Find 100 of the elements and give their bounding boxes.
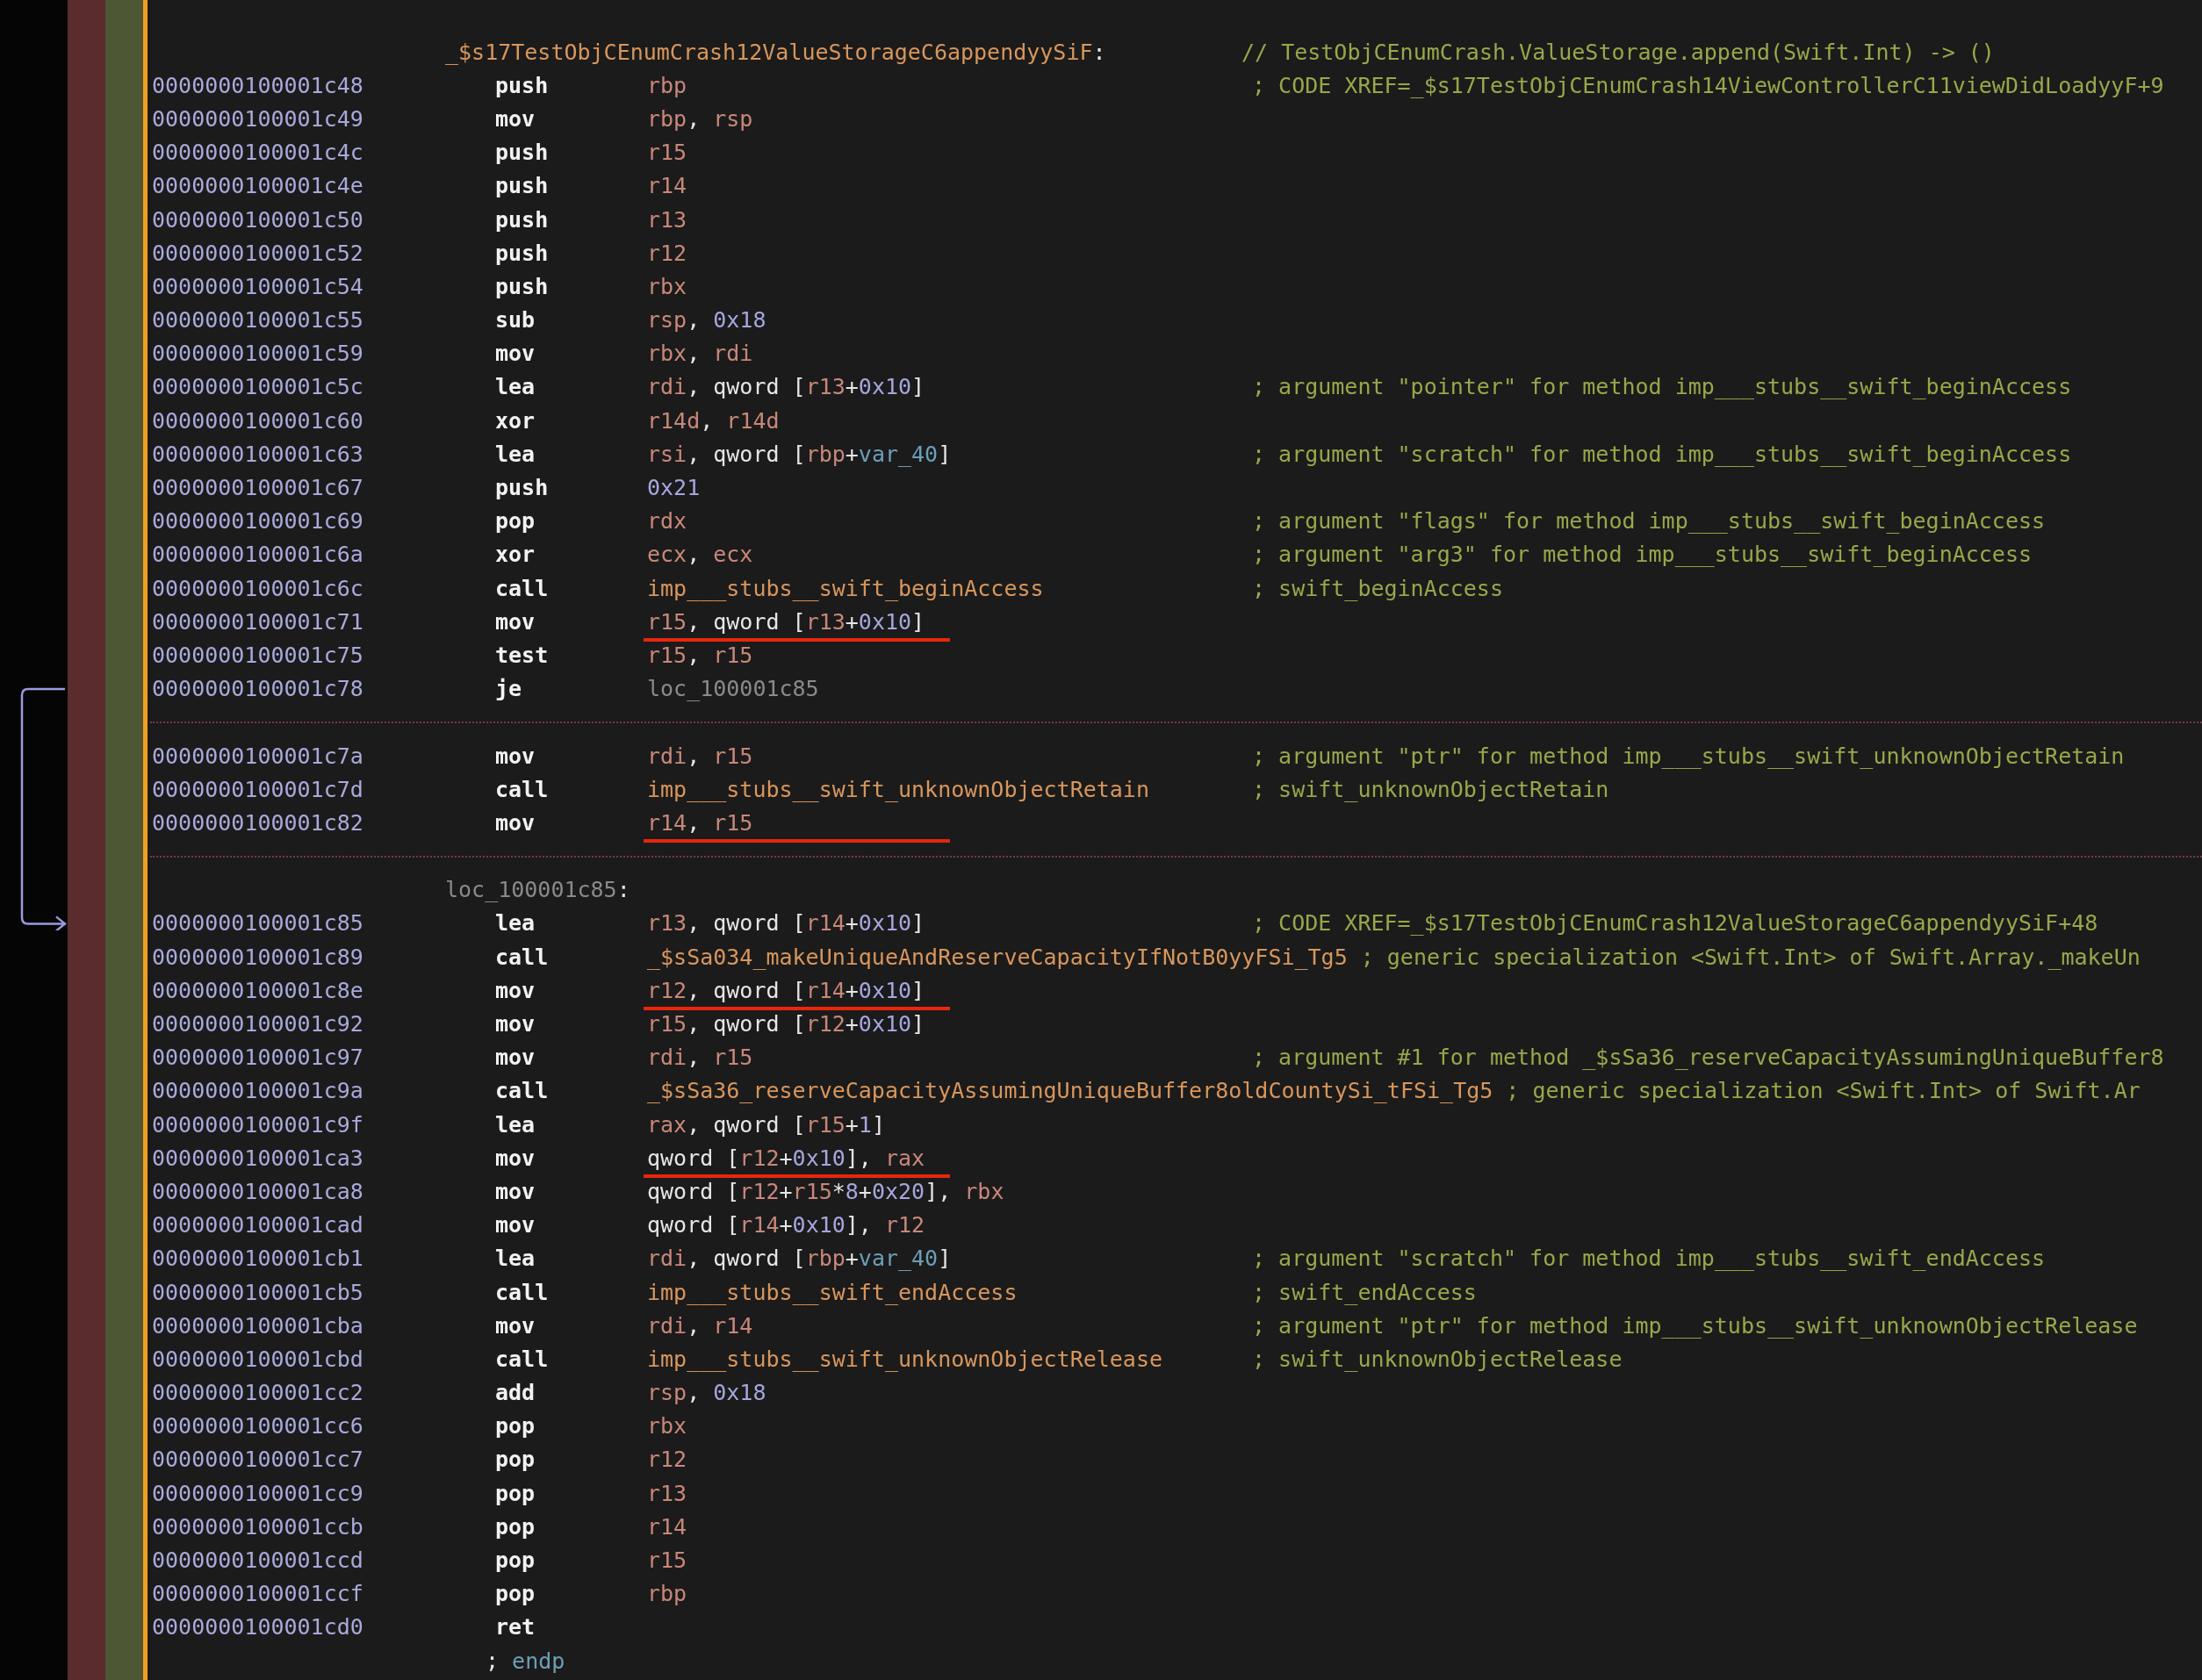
mnemonic-text: mov [495, 1145, 536, 1171]
operand-text: r13 [646, 206, 687, 233]
address-text: 0000000100001ccf [152, 1581, 364, 1607]
address-text: 0000000100001c4c [152, 140, 364, 166]
operand-text: r14 [646, 173, 687, 199]
address-text: 0000000100001c7a [152, 743, 364, 769]
operand-text: rdi, r15 [646, 1045, 753, 1071]
mnemonic-text: pop [495, 508, 536, 535]
mnemonic-text: mov [495, 1212, 536, 1238]
operand-text: rax, qword [r15+1] [646, 1111, 885, 1138]
label-text: _$s17TestObjCEnumCrash12ValueStorageC6appendyySiF: [445, 39, 1107, 65]
address-text: 0000000100001c52 [152, 240, 364, 266]
operand-text: imp___stubs__swift_unknownObjectRetain [646, 776, 1149, 802]
address-text: 0000000100001c9f [152, 1111, 364, 1138]
mnemonic-text: mov [495, 608, 536, 635]
operand-text: rdi, r14 [646, 1312, 753, 1339]
mnemonic-text: call [495, 1078, 550, 1104]
operand-text: rbx, rdi [646, 341, 753, 367]
operand-text: qword [r14+0x10], r12 [646, 1212, 925, 1238]
comment-text: ; CODE XREF=_$s17TestObjCEnumCrash12ValueStorageC6appendyySiF+48 [1252, 910, 2098, 937]
comment-text: ; generic specialization <Swift.Int> of Swift.Array._makeUn [1360, 944, 2141, 970]
address-text: 0000000100001c67 [152, 475, 364, 501]
comment-text: ; argument "pointer" for method imp___stubs__swift_beginAccess [1252, 374, 2072, 400]
mnemonic-text: lea [495, 1246, 536, 1272]
operand-text: _$sSa36_reserveCapacityAssumingUniqueBuffer8oldCountySi_tFSi_Tg5 [646, 1078, 1493, 1104]
comment-text: ; swift_endAccess [1252, 1279, 1477, 1305]
mnemonic-text: mov [495, 341, 536, 367]
mnemonic-text: test [495, 642, 550, 668]
comment-text: ; argument "arg3" for method imp___stubs__swift_beginAccess [1252, 542, 2033, 568]
address-text: 0000000100001cc7 [152, 1447, 364, 1473]
mnemonic-text: pop [495, 1547, 536, 1574]
comment-text: ; argument "ptr" for method imp___stubs__swift_unknownObjectRetain [1252, 743, 2125, 769]
address-text: 0000000100001c82 [152, 809, 364, 836]
operand-text: rbx [646, 1413, 687, 1439]
operand-text: r14, r15 [644, 809, 950, 843]
mnemonic-text: push [495, 72, 550, 98]
operand-text: rbp, rsp [646, 105, 753, 132]
address-text: 0000000100001c75 [152, 642, 364, 668]
address-text: 0000000100001ccd [152, 1547, 364, 1574]
mnemonic-text: mov [495, 1045, 536, 1071]
address-text: 0000000100001c50 [152, 206, 364, 233]
comment-text: ; argument "ptr" for method imp___stubs__swift_unknownObjectRelease [1252, 1312, 2138, 1339]
operand-text: rdi, r15 [646, 743, 753, 769]
operand-text: r15, qword [r12+0x10] [646, 1011, 925, 1037]
address-text: 0000000100001c54 [152, 273, 364, 299]
comment-text: ; generic specialization <Swift.Int> of Swift.Ar [1506, 1078, 2141, 1104]
address-text: 0000000100001c89 [152, 944, 364, 970]
comment-text: ; swift_unknownObjectRelease [1252, 1346, 1623, 1372]
operand-text: r15, qword [r13+0x10] [644, 608, 950, 642]
operand-text: _$sSa034_makeUniqueAndReserveCapacityIfNotB0yyFSi_Tg5 [646, 944, 1348, 970]
mnemonic-text: push [495, 475, 550, 501]
operand-text: r13 [646, 1480, 687, 1506]
mnemonic-text: mov [495, 105, 536, 132]
mnemonic-text: call [495, 575, 550, 601]
operand-text: rsp, 0x18 [646, 1380, 766, 1406]
mnemonic-text: call [495, 1279, 550, 1305]
mnemonic-text: xor [495, 407, 536, 434]
address-text: 0000000100001c92 [152, 1011, 364, 1037]
operand-text: imp___stubs__swift_unknownObjectRelease [646, 1346, 1162, 1372]
mnemonic-text: pop [495, 1513, 536, 1540]
operand-text: r12 [646, 240, 687, 266]
mnemonic-text: pop [495, 1447, 536, 1473]
operand-text: r13, qword [r14+0x10] [646, 910, 925, 937]
mnemonic-text: call [495, 944, 550, 970]
operand-text: r15 [646, 140, 687, 166]
mnemonic-text: push [495, 206, 550, 233]
address-text: 0000000100001c9a [152, 1078, 364, 1104]
mnemonic-text: xor [495, 542, 536, 568]
mnemonic-text: mov [495, 809, 536, 836]
operand-text: r14 [646, 1513, 687, 1540]
address-text: 0000000100001ca8 [152, 1178, 364, 1204]
comment-text: ; swift_unknownObjectRetain [1252, 776, 1609, 802]
address-text: 0000000100001c8e [152, 977, 364, 1003]
operand-text: rdi, qword [r13+0x10] [646, 374, 925, 400]
mnemonic-text: je [495, 676, 523, 702]
address-text: 0000000100001c59 [152, 341, 364, 367]
address-text: 0000000100001c63 [152, 441, 364, 467]
operand-text: r12, qword [r14+0x10] [644, 977, 950, 1010]
operand-text: ecx, ecx [646, 542, 753, 568]
operand-text: rbp [646, 1581, 687, 1607]
operand-text: rdx [646, 508, 687, 535]
mnemonic-text: pop [495, 1480, 536, 1506]
mnemonic-text: mov [495, 1011, 536, 1037]
address-text: 0000000100001cd0 [152, 1614, 364, 1641]
comment-text: ; CODE XREF=_$s17TestObjCEnumCrash14ViewControllerC11viewDidLoadyyF+9 [1252, 72, 2164, 98]
operand-text: imp___stubs__swift_endAccess [646, 1279, 1018, 1305]
comment-text: ; argument "scratch" for method imp___stubs__swift_beginAccess [1252, 441, 2072, 467]
mnemonic-text: mov [495, 1312, 536, 1339]
address-text: 0000000100001c6c [152, 575, 364, 601]
address-text: 0000000100001cad [152, 1212, 364, 1238]
mnemonic-text: push [495, 273, 550, 299]
operand-text: qword [r12+r15*8+0x20], rbx [646, 1178, 1004, 1204]
operand-text: 0x21 [646, 475, 701, 501]
address-text: 0000000100001c7d [152, 776, 364, 802]
address-text: 0000000100001c6a [152, 542, 364, 568]
operand-text: rsi, qword [rbp+var_40] [646, 441, 952, 467]
address-text: 0000000100001c85 [152, 910, 364, 937]
operand-text: rsp, 0x18 [646, 307, 766, 334]
label-text: loc_100001c85: [445, 877, 631, 903]
address-text: 0000000100001c49 [152, 105, 364, 132]
